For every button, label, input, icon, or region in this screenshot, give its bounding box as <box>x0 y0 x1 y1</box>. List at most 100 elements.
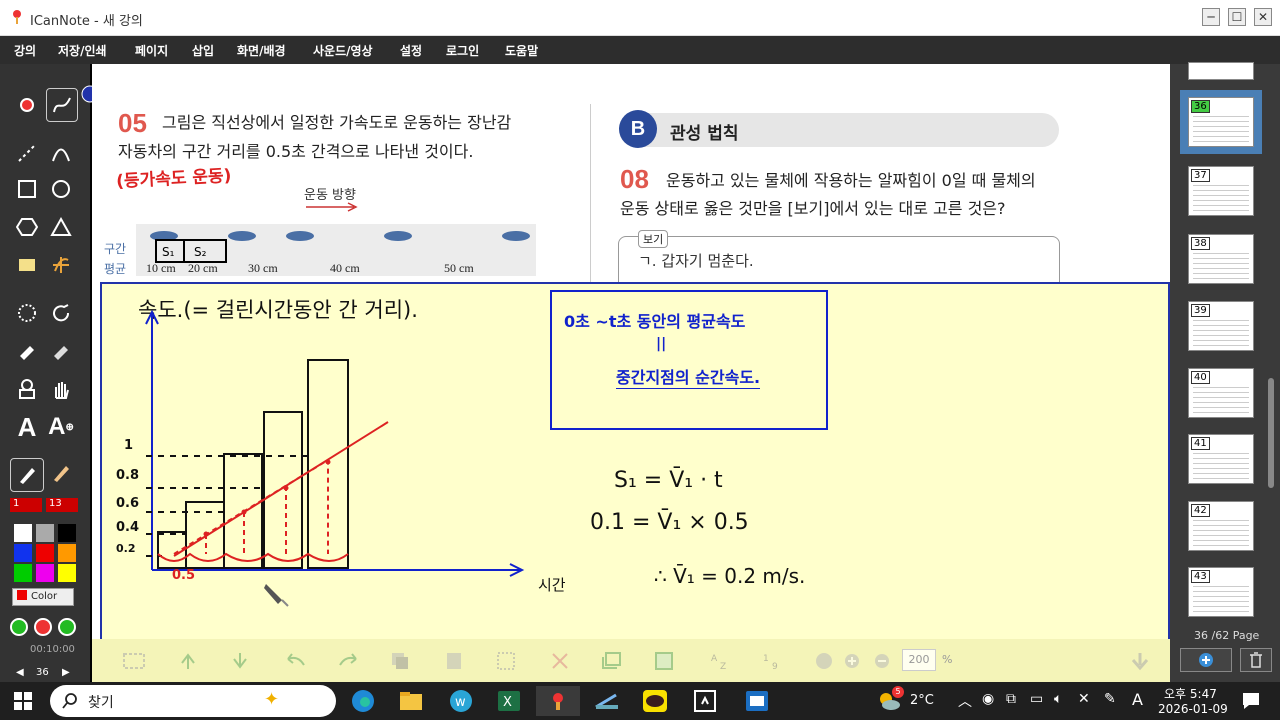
undo-icon[interactable] <box>284 651 308 671</box>
fit-screen-icon[interactable] <box>122 651 146 671</box>
arc-icon[interactable] <box>46 138 76 168</box>
thumb-page-40[interactable]: 40 <box>1188 368 1254 418</box>
scroll-down-icon[interactable] <box>1128 651 1152 671</box>
eraser-icon[interactable] <box>12 336 42 366</box>
swatch-white[interactable] <box>14 524 32 542</box>
delete-page-button[interactable] <box>1240 648 1272 672</box>
drawing-canvas[interactable]: 속도.(= 걸린시간동안 간 거리). 1 0.8 0.6 0.4 0.2 0.… <box>100 282 1170 682</box>
edge-browser-icon[interactable] <box>348 686 378 716</box>
excel-icon[interactable]: X <box>494 686 524 716</box>
ime-indicator[interactable]: A <box>1132 690 1143 709</box>
move-up-icon[interactable] <box>176 651 200 671</box>
swatch-orange[interactable] <box>58 544 76 562</box>
minimize-button[interactable]: ─ <box>1202 8 1220 26</box>
windows-start-icon[interactable] <box>8 686 38 716</box>
hand-pan-icon[interactable] <box>46 374 76 404</box>
thumb-page-36[interactable]: 36 <box>1188 97 1254 147</box>
sticky-note-icon[interactable] <box>12 250 42 280</box>
swatch-red[interactable] <box>36 544 54 562</box>
menu-lecture[interactable]: 강의 <box>14 42 36 59</box>
hexagon-icon[interactable] <box>12 212 42 242</box>
freehand-pen-icon[interactable] <box>46 88 78 122</box>
select-all-icon[interactable] <box>494 651 518 671</box>
rotate-icon[interactable] <box>46 298 76 328</box>
rectangle-icon[interactable] <box>12 174 42 204</box>
record-dot-icon[interactable] <box>12 90 42 120</box>
crop-icon[interactable] <box>652 651 676 671</box>
pen-tray-icon[interactable]: ✎ <box>1104 691 1116 707</box>
next-page-arrow[interactable]: ▶ <box>62 667 70 678</box>
sort-19-icon[interactable]: 19 <box>760 651 784 671</box>
menu-insert[interactable]: 삽입 <box>192 42 214 59</box>
pen-icon[interactable] <box>10 458 44 492</box>
thumb-page-41[interactable]: 41 <box>1188 434 1254 484</box>
eraser-partial-icon[interactable] <box>46 336 76 366</box>
shape-fill-icon[interactable] <box>12 374 42 404</box>
menu-screen-bg[interactable]: 화면/배경 <box>237 42 286 59</box>
mute-tray-icon[interactable]: ✕ <box>1078 691 1090 707</box>
move-down-icon[interactable] <box>228 651 252 671</box>
swatch-yellow[interactable] <box>58 564 76 582</box>
speaker-tray-icon[interactable]: 🔈︎ <box>1054 691 1062 707</box>
camera-tray-icon[interactable]: ⧉ <box>1006 691 1016 707</box>
menu-sound-video[interactable]: 사운드/영상 <box>313 42 373 59</box>
green-toggle-icon[interactable] <box>10 618 28 636</box>
file-explorer-icon[interactable] <box>396 686 426 716</box>
outlook-icon[interactable] <box>742 686 772 716</box>
circle-icon[interactable] <box>46 174 76 204</box>
pen-width-select[interactable]: 1 <box>10 498 42 512</box>
info-icon[interactable] <box>812 651 836 671</box>
size-select[interactable]: 13 <box>46 498 78 512</box>
taskbar-search[interactable]: 찾기 ✦ <box>50 685 336 717</box>
delete-x-icon[interactable] <box>548 651 572 671</box>
swatch-gray[interactable] <box>36 524 54 542</box>
menu-help[interactable]: 도움말 <box>505 42 538 59</box>
kakaotalk-icon[interactable] <box>640 686 670 716</box>
redo-icon[interactable] <box>336 651 360 671</box>
dashed-line-icon[interactable] <box>12 138 42 168</box>
layers-icon[interactable] <box>600 651 624 671</box>
highlighter-icon[interactable] <box>46 458 76 488</box>
maximize-button[interactable]: ☐ <box>1228 8 1246 26</box>
whale-browser-icon[interactable]: w <box>446 686 476 716</box>
thumb-page-42[interactable]: 42 <box>1188 501 1254 551</box>
text-format-icon[interactable]: A ⊕ <box>46 412 76 442</box>
zoom-input[interactable]: 200 <box>902 649 936 671</box>
thumb-page-43[interactable]: 43 <box>1188 567 1254 617</box>
color-picker-button[interactable]: Color <box>12 588 74 606</box>
tray-chevron-icon[interactable]: ︿ <box>958 691 972 711</box>
zoom-in-icon[interactable] <box>840 651 864 671</box>
thumb-page-39[interactable]: 39 <box>1188 301 1254 351</box>
menu-settings[interactable]: 설정 <box>400 42 422 59</box>
icannote-task-icon[interactable] <box>536 686 580 716</box>
paste-icon[interactable] <box>442 651 466 671</box>
clock-time[interactable]: 오후 5:47 <box>1164 685 1217 702</box>
swatch-magenta[interactable] <box>36 564 54 582</box>
menu-save-print[interactable]: 저장/인쇄 <box>58 42 107 59</box>
record-tray-icon[interactable]: ◉ <box>982 691 994 707</box>
green-play-icon[interactable] <box>58 618 76 636</box>
screen-tool-icon[interactable] <box>592 686 622 716</box>
app-window-icon[interactable] <box>690 686 720 716</box>
sort-az-icon[interactable]: AZ <box>708 651 732 671</box>
swatch-black[interactable] <box>58 524 76 542</box>
add-page-button[interactable] <box>1180 648 1232 672</box>
lasso-select-icon[interactable] <box>12 298 42 328</box>
axis-graph-icon[interactable] <box>46 250 76 280</box>
text-tool-icon[interactable]: A <box>12 412 42 442</box>
thumb-prev[interactable] <box>1188 62 1254 80</box>
notification-icon[interactable] <box>1236 686 1266 716</box>
copy-icon[interactable] <box>388 651 412 671</box>
zoom-out-icon[interactable] <box>870 651 894 671</box>
swatch-blue[interactable] <box>14 544 32 562</box>
swatch-green[interactable] <box>14 564 32 582</box>
clock-date[interactable]: 2026-01-09 <box>1158 702 1228 716</box>
thumb-page-37[interactable]: 37 <box>1188 166 1254 216</box>
thumb-scrollbar[interactable] <box>1268 378 1274 488</box>
network-tray-icon[interactable]: ▭ <box>1030 691 1043 707</box>
thumb-page-38[interactable]: 38 <box>1188 234 1254 284</box>
menu-login[interactable]: 로그인 <box>446 42 479 59</box>
triangle-icon[interactable] <box>46 212 76 242</box>
close-button[interactable]: ✕ <box>1254 8 1272 26</box>
prev-page-arrow[interactable]: ◀ <box>16 667 24 678</box>
